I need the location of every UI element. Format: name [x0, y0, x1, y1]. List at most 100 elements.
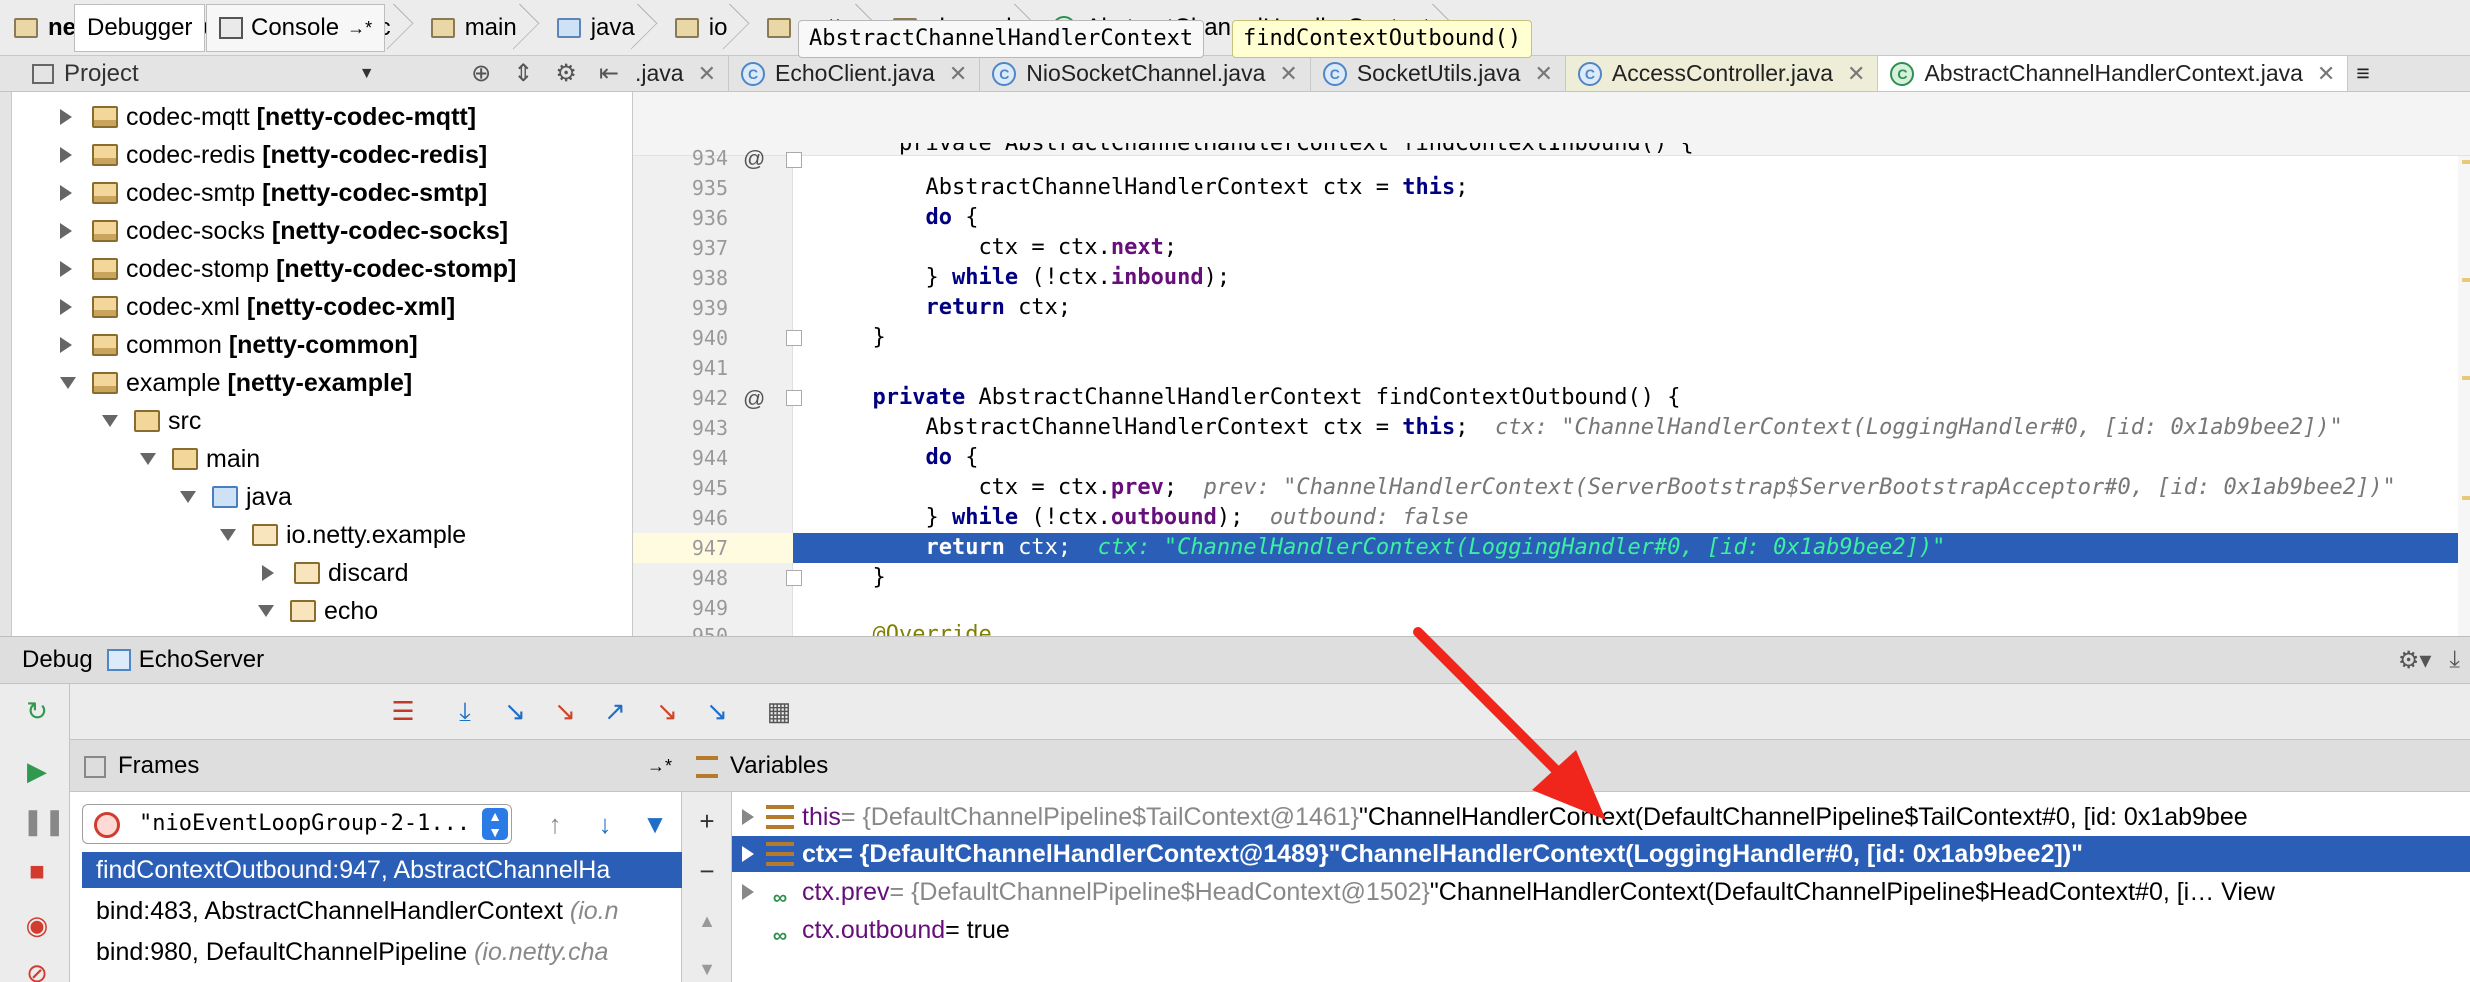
tree-item-codec-xml[interactable]: codec-xml [netty-codec-xml]	[60, 288, 455, 326]
tree-item-src[interactable]: src	[102, 402, 201, 440]
add-watch-icon[interactable]: +	[692, 806, 722, 836]
tab-list-button[interactable]: ≡	[2348, 56, 2381, 91]
run-config-label[interactable]: EchoServer	[139, 646, 264, 674]
expand-arrow-icon[interactable]	[742, 846, 754, 862]
close-icon[interactable]: ✕	[2317, 61, 2335, 87]
tree-item-discard[interactable]: discard	[262, 554, 409, 592]
tree-item-common[interactable]: common [netty-common]	[60, 326, 418, 364]
expand-arrow-icon[interactable]	[60, 147, 72, 163]
expand-arrow-icon[interactable]	[60, 299, 72, 315]
tab-echoclient[interactable]: C EchoClient.java ✕	[729, 56, 981, 91]
breadcrumb-main[interactable]: main	[405, 0, 531, 55]
expand-arrow-icon[interactable]	[60, 337, 72, 353]
collapse-arrow-icon[interactable]	[180, 491, 196, 503]
variable-row[interactable]: ∞ ctx.prev = {DefaultChannelPipeline$Head…	[732, 874, 2470, 910]
tab-accesscontroller[interactable]: C AccessController.java ✕	[1565, 56, 1879, 91]
tab-java[interactable]: .java ✕	[633, 56, 730, 91]
frame-item[interactable]: bind:980, DefaultChannelPipeline (io.net…	[82, 934, 682, 970]
collapse-arrow-icon[interactable]	[60, 377, 76, 389]
tree-item-io-netty-example[interactable]: io.netty.example	[220, 516, 466, 554]
tree-item-example[interactable]: example [netty-example]	[60, 364, 412, 402]
arrow-up-icon[interactable]: ↑	[540, 809, 570, 839]
hide-icon[interactable]: ⇤	[599, 59, 619, 88]
show-execution-point-icon[interactable]: ☰	[388, 696, 418, 726]
breadcrumb-java[interactable]: java	[531, 0, 649, 55]
tree-item-codec-socks[interactable]: codec-socks [netty-codec-socks]	[60, 212, 508, 250]
step-into-icon[interactable]: ↘	[500, 696, 530, 726]
expand-arrow-icon[interactable]	[742, 809, 754, 825]
close-icon[interactable]: ✕	[698, 61, 716, 87]
project-title[interactable]: Project	[64, 60, 139, 88]
chevron-down-icon[interactable]: ▼	[359, 65, 375, 83]
stripe-mark[interactable]	[2462, 496, 2470, 500]
expand-arrow-icon[interactable]	[262, 565, 274, 581]
expand-arrow-icon[interactable]	[60, 223, 72, 239]
expand-arrow-icon[interactable]	[742, 884, 754, 900]
editor-breadcrumb-class[interactable]: AbstractChannelHandlerContext	[798, 20, 1205, 58]
tree-item-codec-mqtt[interactable]: codec-mqtt [netty-codec-mqtt]	[60, 98, 476, 136]
close-icon[interactable]: ✕	[949, 61, 967, 87]
remove-watch-icon[interactable]: −	[692, 856, 722, 886]
hide-icon[interactable]: ⤓	[2449, 646, 2460, 674]
source-folder-icon	[556, 17, 581, 38]
module-folder-icon	[92, 334, 118, 356]
tree-item-main[interactable]: main	[140, 440, 260, 478]
mute-breakpoints-icon[interactable]: ⊘	[22, 958, 52, 982]
chevron-updown-icon[interactable]: ▲ ▼	[482, 808, 508, 840]
resume-icon[interactable]: ▶	[22, 756, 52, 786]
frame-item[interactable]: findContextOutbound:947, AbstractChannel…	[82, 852, 682, 888]
pin-icon[interactable]: →*	[647, 740, 672, 792]
thread-selector[interactable]: "nioEventLoopGroup-2-1...	[82, 804, 512, 844]
tree-item-java[interactable]: java	[180, 478, 292, 516]
stop-icon[interactable]: ■	[22, 856, 52, 886]
locate-icon[interactable]: ⊕	[471, 59, 491, 88]
move-down-icon[interactable]: ▼	[692, 954, 722, 982]
variable-row[interactable]: this = {DefaultChannelPipeline$TailConte…	[732, 799, 2470, 835]
breadcrumb-io[interactable]: io	[649, 0, 742, 55]
close-icon[interactable]: ✕	[1847, 61, 1865, 87]
force-step-into-icon[interactable]: ↘	[550, 696, 580, 726]
stripe-mark[interactable]	[2462, 160, 2470, 164]
tab-debugger[interactable]: Debugger	[74, 4, 206, 52]
tree-item-codec-redis[interactable]: codec-redis [netty-codec-redis]	[60, 136, 487, 174]
collapse-arrow-icon[interactable]	[258, 605, 274, 617]
override-marker-icon[interactable]: @	[743, 386, 765, 412]
filter-icon[interactable]: ▼	[640, 809, 670, 839]
collapse-arrow-icon[interactable]	[220, 529, 236, 541]
line-number: 944	[691, 446, 728, 470]
tab-console[interactable]: Console →*	[206, 4, 386, 52]
gear-icon[interactable]: ⚙	[555, 59, 577, 88]
editor-breadcrumb-method[interactable]: findContextOutbound()	[1232, 20, 1533, 58]
close-icon[interactable]: ✕	[1279, 61, 1297, 87]
move-up-icon[interactable]: ▲	[692, 906, 722, 936]
override-marker-icon[interactable]: @	[743, 146, 765, 172]
run-to-cursor-icon[interactable]: ↘	[702, 696, 732, 726]
view-breakpoints-icon[interactable]: ◉	[22, 910, 52, 940]
tree-item-codec-stomp[interactable]: codec-stomp [netty-codec-stomp]	[60, 250, 516, 288]
evaluate-expression-icon[interactable]: ▦	[764, 696, 794, 726]
stripe-mark[interactable]	[2462, 376, 2470, 380]
tab-socketutils[interactable]: C SocketUtils.java ✕	[1311, 56, 1566, 91]
variable-row[interactable]: ctx = {DefaultChannelHandlerContext@1489…	[732, 836, 2470, 872]
gear-icon[interactable]: ⚙▾	[2398, 646, 2432, 675]
pause-icon[interactable]: ❚❚	[22, 806, 66, 836]
expand-arrow-icon[interactable]	[60, 185, 72, 201]
step-over-icon[interactable]: ⤓	[450, 696, 480, 726]
step-out-icon[interactable]: ↗	[600, 696, 630, 726]
collapse-arrow-icon[interactable]	[140, 453, 156, 465]
drop-frame-icon[interactable]: ↘	[652, 696, 682, 726]
stripe-mark[interactable]	[2462, 278, 2470, 282]
expand-arrow-icon[interactable]	[60, 261, 72, 277]
collapse-icon[interactable]: ⇕	[513, 59, 533, 88]
variable-row[interactable]: ∞ ctx.outbound = true	[732, 912, 2470, 948]
arrow-down-icon[interactable]: ↓	[590, 809, 620, 839]
frame-item[interactable]: bind:483, AbstractChannelHandlerContext …	[82, 893, 682, 929]
tab-abstractchannelhandlercontext[interactable]: C AbstractChannelHandlerContext.java ✕	[1878, 56, 2349, 91]
tree-item-codec-smtp[interactable]: codec-smtp [netty-codec-smtp]	[60, 174, 487, 212]
rerun-icon[interactable]: ↻	[22, 696, 52, 726]
collapse-arrow-icon[interactable]	[102, 415, 118, 427]
close-icon[interactable]: ✕	[1534, 61, 1552, 87]
tab-niosocketchannel[interactable]: C NioSocketChannel.java ✕	[980, 56, 1311, 91]
expand-arrow-icon[interactable]	[60, 109, 72, 125]
tree-item-echo[interactable]: echo	[258, 592, 378, 630]
